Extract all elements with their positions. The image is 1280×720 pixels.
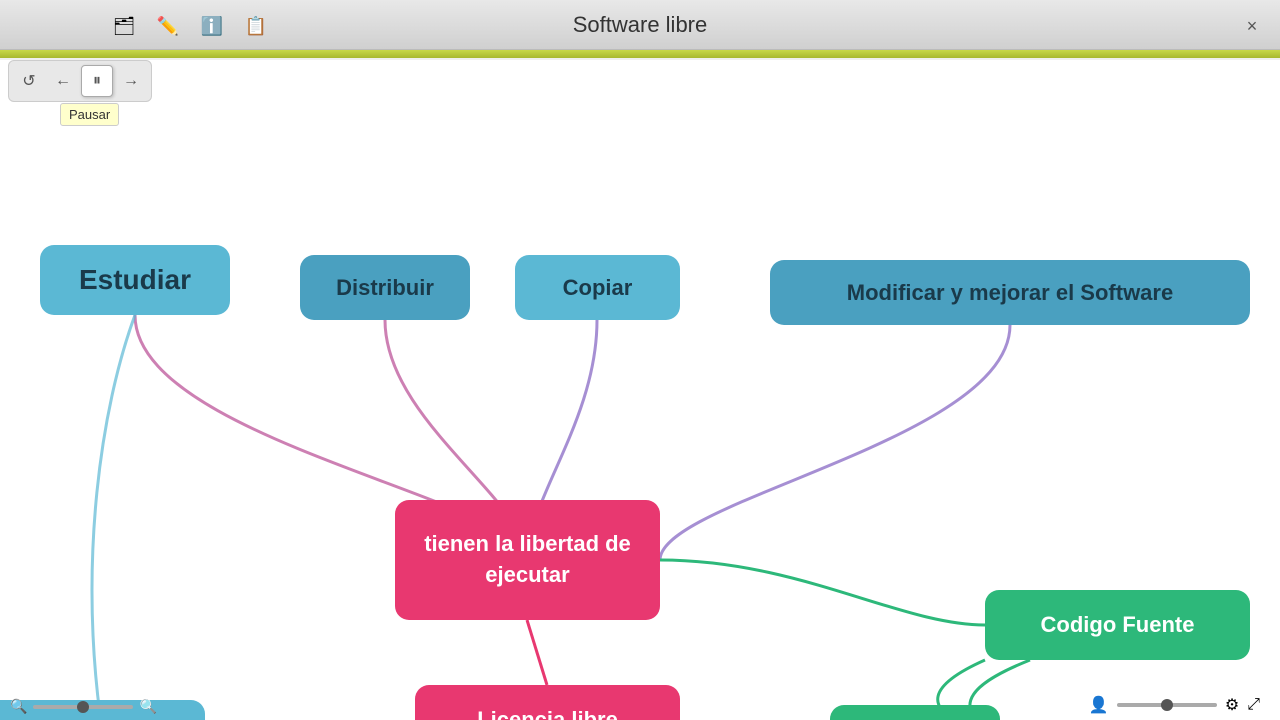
toolbar-stripe	[0, 50, 1280, 58]
node-licencia[interactable]: Licencia libre	[415, 685, 680, 720]
node-estudiar[interactable]: Estudiar	[40, 245, 230, 315]
zoom-slider[interactable]	[33, 705, 133, 709]
node-modificar[interactable]: Modificar y mejorar el Software	[770, 260, 1250, 325]
folder-icon[interactable]: 🗂	[110, 12, 138, 40]
node-copiar[interactable]: Copiar	[515, 255, 680, 320]
zoom-out-icon[interactable]: 🔍	[10, 698, 27, 715]
settings-icon[interactable]: ⚙	[1225, 695, 1239, 715]
title-bar: 🗂 ✏️ ℹ️ 📋 Software libre ×	[0, 0, 1280, 50]
window-title: Software libre	[573, 12, 708, 38]
bottom-left-controls: 🔍 🔍	[10, 698, 157, 715]
mindmap-canvas: Estudiar Distribuir Copiar Modificar y m…	[0, 60, 1280, 720]
back-button[interactable]: ←	[47, 65, 79, 97]
toolbar-icons[interactable]: 🗂 ✏️ ℹ️ 📋	[110, 12, 270, 40]
info-icon[interactable]: ℹ️	[198, 12, 226, 40]
restart-button[interactable]: ↺	[13, 65, 45, 97]
forward-button[interactable]: →	[115, 65, 147, 97]
fullscreen-icon[interactable]: ⤢	[1247, 696, 1260, 714]
node-distribuir[interactable]: Distribuir	[300, 255, 470, 320]
pause-button[interactable]: ⏸	[81, 65, 113, 97]
pause-tooltip: Pausar	[60, 103, 119, 126]
node-calidad[interactable]: Calidad	[830, 705, 1000, 720]
node-libertad[interactable]: tienen la libertad de ejecutar	[395, 500, 660, 620]
edit-icon[interactable]: ✏️	[154, 12, 182, 40]
share-icon[interactable]: 📋	[242, 12, 270, 40]
zoom-in-icon[interactable]: 🔍	[139, 698, 156, 715]
bottom-right-controls: 👤 ⚙ ⤢	[1089, 695, 1260, 715]
close-button[interactable]: ×	[1240, 14, 1264, 38]
right-slider[interactable]	[1117, 703, 1217, 707]
person-icon[interactable]: 👤	[1089, 695, 1109, 715]
node-codigo[interactable]: Codigo Fuente	[985, 590, 1250, 660]
nav-bar[interactable]: ↺ ← ⏸ →	[8, 60, 152, 102]
